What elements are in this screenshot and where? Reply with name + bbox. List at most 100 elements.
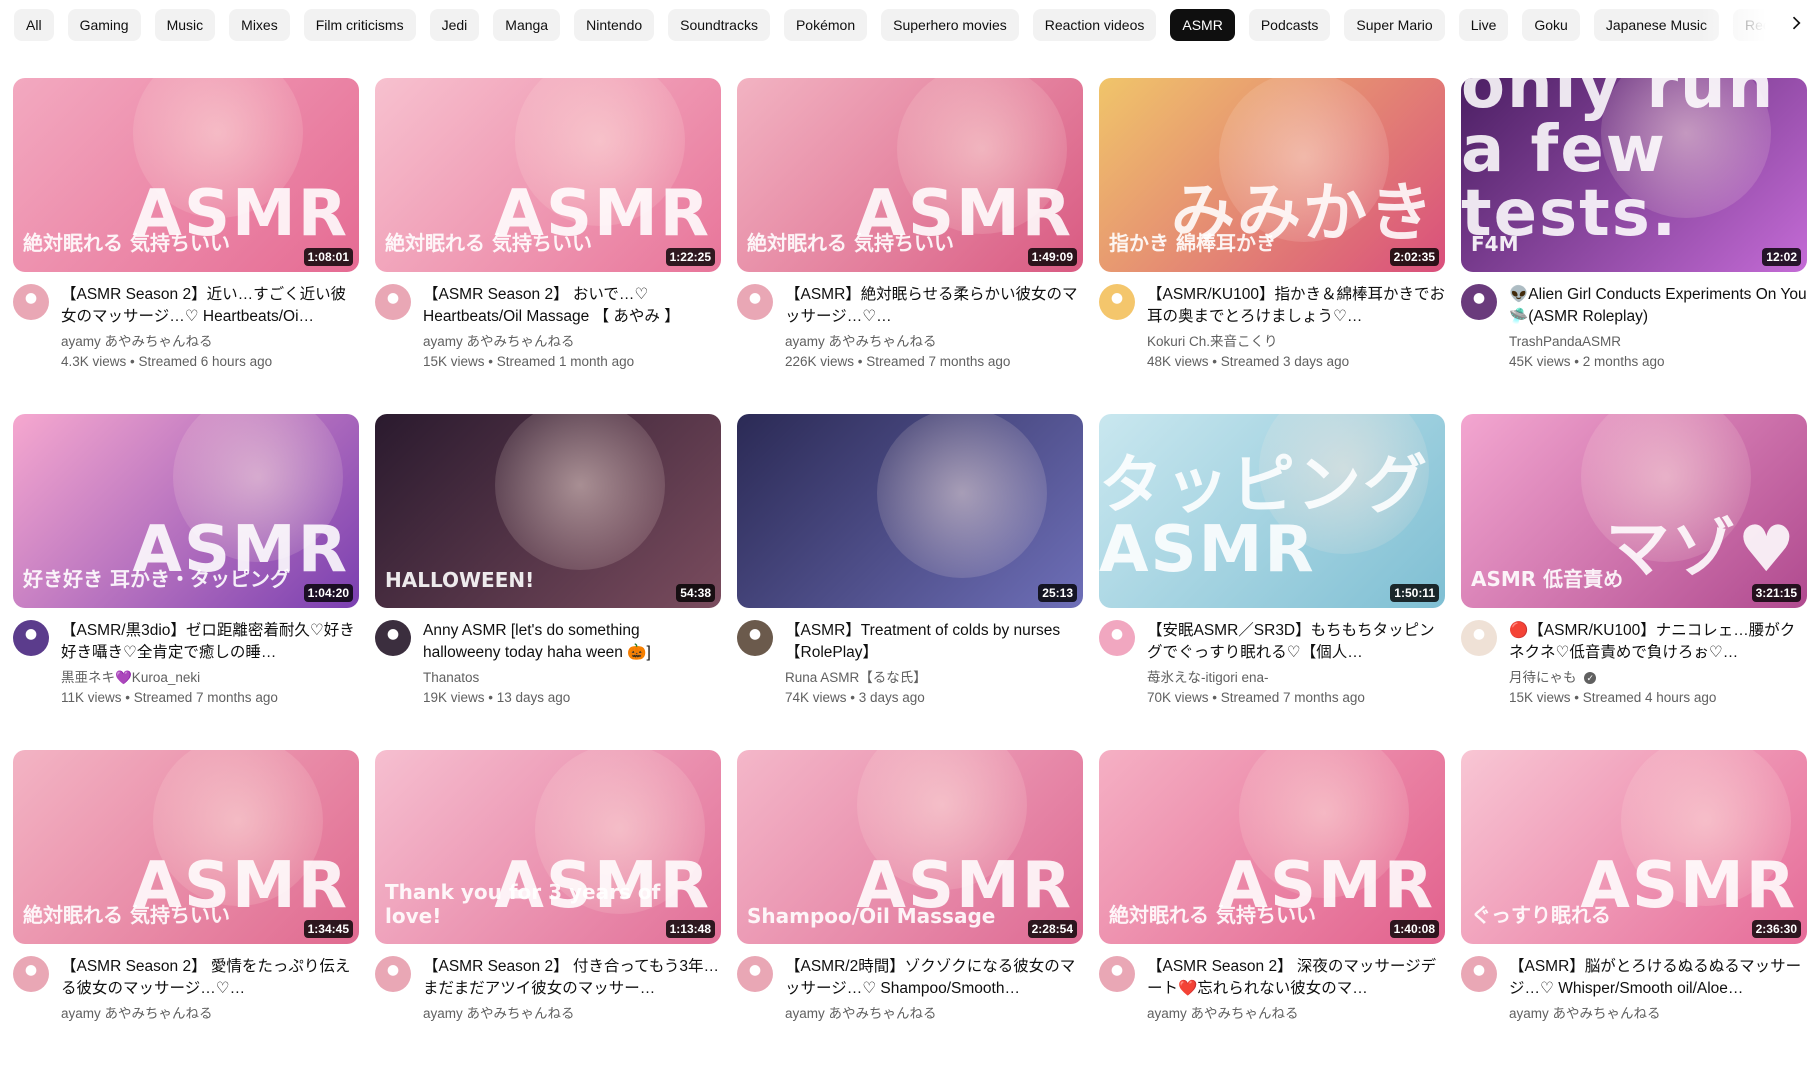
- channel-avatar[interactable]: [1099, 284, 1135, 320]
- video-title[interactable]: 【安眠ASMR／SR3D】もちもちタッピングでぐっすり眠れる♡【個人…: [1147, 620, 1445, 664]
- chip-manga[interactable]: Manga: [493, 9, 561, 41]
- channel-avatar[interactable]: [737, 284, 773, 320]
- channel-name[interactable]: ayamy あやみちゃんねる: [423, 1004, 721, 1024]
- chip-live[interactable]: Live: [1458, 9, 1509, 41]
- video-thumbnail[interactable]: ASMR Thank you for 3 years of love! 1:13…: [375, 750, 721, 944]
- video-title[interactable]: 【ASMR Season 2】 付き合ってもう3年…まだまだアツイ彼女のマッサー…: [423, 956, 721, 1000]
- video-title[interactable]: 👽Alien Girl Conducts Experiments On You …: [1509, 284, 1807, 328]
- video-card[interactable]: ASMR 絶対眠れる 気持ちいい 1:34:45 【ASMR Season 2】…: [13, 750, 359, 1086]
- chip-nintendo[interactable]: Nintendo: [574, 9, 655, 41]
- video-card[interactable]: ASMR ぐっすり眠れる 2:36:30 【ASMR】脳がとろけるぬるぬるマッサ…: [1461, 750, 1807, 1086]
- chip-mixes[interactable]: Mixes: [229, 9, 290, 41]
- channel-avatar[interactable]: [375, 620, 411, 656]
- video-title[interactable]: 【ASMR Season 2】 愛情をたっぷり伝える彼女のマッサージ…♡…: [61, 956, 359, 1000]
- video-thumbnail[interactable]: HALLOWEEN! 54:38: [375, 414, 721, 608]
- chip-super-mario[interactable]: Super Mario: [1344, 9, 1445, 41]
- video-thumbnail[interactable]: Just relax human, we will only run a few…: [1461, 78, 1807, 272]
- video-title[interactable]: 【ASMR Season 2】近い…すごく近い彼女のマッサージ…♡ Heartb…: [61, 284, 359, 328]
- video-thumbnail[interactable]: ASMR 絶対眠れる 気持ちいい 1:40:08: [1099, 750, 1445, 944]
- chip-music[interactable]: Music: [154, 9, 216, 41]
- channel-name[interactable]: ayamy あやみちゃんねる: [423, 332, 721, 352]
- channel-name[interactable]: ayamy あやみちゃんねる: [61, 1004, 359, 1024]
- channel-avatar[interactable]: [375, 284, 411, 320]
- thumbnail-subtext: 指かき 綿棒耳かき: [1109, 231, 1276, 255]
- video-card[interactable]: ASMR 絶対眠れる 気持ちいい 1:49:09 【ASMR】絶対眠らせる柔らか…: [737, 78, 1083, 414]
- video-thumbnail[interactable]: みみかき 指かき 綿棒耳かき 2:02:35: [1099, 78, 1445, 272]
- video-card[interactable]: ASMR Shampoo/Oil Massage 2:28:54 【ASMR/2…: [737, 750, 1083, 1086]
- chip-soundtracks[interactable]: Soundtracks: [668, 9, 770, 41]
- video-title[interactable]: 【ASMR】絶対眠らせる柔らかい彼女のマッサージ…♡…: [785, 284, 1083, 328]
- video-card[interactable]: ASMR 絶対眠れる 気持ちいい 1:08:01 【ASMR Season 2】…: [13, 78, 359, 414]
- chip-goku[interactable]: Goku: [1522, 9, 1580, 41]
- video-card[interactable]: ASMR 絶対眠れる 気持ちいい 1:40:08 【ASMR Season 2】…: [1099, 750, 1445, 1086]
- channel-name[interactable]: 黒亜ネキ💜Kuroa_neki: [61, 668, 359, 688]
- video-title[interactable]: 【ASMR/KU100】指かき＆綿棒耳かきでお耳の奥までとろけましょう♡…: [1147, 284, 1445, 328]
- video-thumbnail[interactable]: ASMR ぐっすり眠れる 2:36:30: [1461, 750, 1807, 944]
- chip-podcasts[interactable]: Podcasts: [1248, 9, 1331, 41]
- video-info: 【安眠ASMR／SR3D】もちもちタッピングでぐっすり眠れる♡【個人… 苺氷えな…: [1147, 620, 1445, 708]
- video-thumbnail[interactable]: ASMR 絶対眠れる 気持ちいい 1:08:01: [13, 78, 359, 272]
- chip-film-criticisms[interactable]: Film criticisms: [303, 9, 416, 41]
- video-card[interactable]: ASMR Thank you for 3 years of love! 1:13…: [375, 750, 721, 1086]
- channel-avatar[interactable]: [375, 956, 411, 992]
- channel-avatar[interactable]: [13, 284, 49, 320]
- video-title[interactable]: Anny ASMR [let's do something halloweeny…: [423, 620, 721, 664]
- video-card[interactable]: みみかき 指かき 綿棒耳かき 2:02:35 【ASMR/KU100】指かき＆綿…: [1099, 78, 1445, 414]
- channel-avatar[interactable]: [13, 620, 49, 656]
- channel-avatar[interactable]: [1099, 620, 1135, 656]
- video-card[interactable]: Just relax human, we will only run a few…: [1461, 78, 1807, 414]
- video-card[interactable]: HALLOWEEN! 54:38 Anny ASMR [let's do som…: [375, 414, 721, 750]
- chip-reaction-videos[interactable]: Reaction videos: [1032, 9, 1157, 41]
- video-card[interactable]: タッピング ASMR 1:50:11 【安眠ASMR／SR3D】もちもちタッピン…: [1099, 414, 1445, 750]
- video-title[interactable]: 【ASMR Season 2】 深夜のマッサージデート❤️忘れられない彼女のマ…: [1147, 956, 1445, 1000]
- channel-name[interactable]: Runa ASMR【るな氏】: [785, 668, 1083, 688]
- channel-name[interactable]: Kokuri Ch.来音こくり: [1147, 332, 1445, 352]
- channel-name[interactable]: ayamy あやみちゃんねる: [785, 332, 1083, 352]
- video-thumbnail[interactable]: 25:13: [737, 414, 1083, 608]
- video-title[interactable]: 【ASMR】Treatment of colds by nurses【RoleP…: [785, 620, 1083, 664]
- chip-superhero-movies[interactable]: Superhero movies: [881, 9, 1019, 41]
- duration-badge: 2:28:54: [1027, 920, 1077, 938]
- channel-avatar[interactable]: [1461, 956, 1497, 992]
- video-thumbnail[interactable]: ASMR 絶対眠れる 気持ちいい 1:34:45: [13, 750, 359, 944]
- channel-avatar[interactable]: [737, 620, 773, 656]
- video-thumbnail[interactable]: ASMR 好き好き 耳かき・タッピング 1:04:20: [13, 414, 359, 608]
- channel-name[interactable]: ayamy あやみちゃんねる: [1509, 1004, 1807, 1024]
- video-card[interactable]: マゾ♥ ASMR 低音責め 3:21:15 🔴【ASMR/KU100】ナニコレェ…: [1461, 414, 1807, 750]
- video-title[interactable]: 🔴【ASMR/KU100】ナニコレェ…腰がクネクネ♡低音責めで負けろぉ♡…: [1509, 620, 1807, 664]
- channel-avatar[interactable]: [1461, 620, 1497, 656]
- channel-name[interactable]: 月待にゃも ✓: [1509, 668, 1807, 688]
- video-stats: 4.3K views • Streamed 6 hours ago: [61, 354, 273, 369]
- channel-avatar[interactable]: [1099, 956, 1135, 992]
- channel-name[interactable]: ayamy あやみちゃんねる: [1147, 1004, 1445, 1024]
- video-title[interactable]: 【ASMR/2時間】ゾクゾクになる彼女のマッサージ…♡ Shampoo/Smoo…: [785, 956, 1083, 1000]
- channel-avatar[interactable]: [13, 956, 49, 992]
- video-card[interactable]: 25:13 【ASMR】Treatment of colds by nurses…: [737, 414, 1083, 750]
- chip-next-button[interactable]: [1780, 9, 1812, 41]
- video-card[interactable]: ASMR 好き好き 耳かき・タッピング 1:04:20 【ASMR/黒3dio】…: [13, 414, 359, 750]
- video-title[interactable]: 【ASMR】脳がとろけるぬるぬるマッサージ…♡ Whisper/Smooth o…: [1509, 956, 1807, 1000]
- channel-avatar[interactable]: [1461, 284, 1497, 320]
- chip-asmr[interactable]: ASMR: [1170, 9, 1235, 41]
- channel-name-text: 黒亜ネキ💜Kuroa_neki: [61, 670, 201, 685]
- video-card[interactable]: ASMR 絶対眠れる 気持ちいい 1:22:25 【ASMR Season 2】…: [375, 78, 721, 414]
- chip-jedi[interactable]: Jedi: [429, 9, 480, 41]
- channel-name[interactable]: ayamy あやみちゃんねる: [61, 332, 359, 352]
- video-thumbnail[interactable]: マゾ♥ ASMR 低音責め 3:21:15: [1461, 414, 1807, 608]
- video-thumbnail[interactable]: ASMR Shampoo/Oil Massage 2:28:54: [737, 750, 1083, 944]
- video-thumbnail[interactable]: タッピング ASMR 1:50:11: [1099, 414, 1445, 608]
- channel-name[interactable]: ayamy あやみちゃんねる: [785, 1004, 1083, 1024]
- channel-name[interactable]: Thanatos: [423, 668, 721, 688]
- channel-avatar[interactable]: [737, 956, 773, 992]
- chip-pok-mon[interactable]: Pokémon: [783, 9, 868, 41]
- video-title[interactable]: 【ASMR Season 2】 おいで…♡ Heartbeats/Oil Mas…: [423, 284, 721, 328]
- channel-name[interactable]: 苺氷えな-itigori ena-: [1147, 668, 1445, 688]
- channel-name[interactable]: TrashPandaASMR: [1509, 332, 1807, 352]
- video-info: 【ASMR Season 2】 深夜のマッサージデート❤️忘れられない彼女のマ……: [1147, 956, 1445, 1024]
- chip-gaming[interactable]: Gaming: [67, 9, 141, 41]
- video-info: 【ASMR Season 2】 付き合ってもう3年…まだまだアツイ彼女のマッサー…: [423, 956, 721, 1024]
- video-thumbnail[interactable]: ASMR 絶対眠れる 気持ちいい 1:49:09: [737, 78, 1083, 272]
- video-thumbnail[interactable]: ASMR 絶対眠れる 気持ちいい 1:22:25: [375, 78, 721, 272]
- chip-all[interactable]: All: [14, 9, 54, 41]
- video-title[interactable]: 【ASMR/黒3dio】ゼロ距離密着耐久♡好き好き囁き♡全肯定で癒しの睡…: [61, 620, 359, 664]
